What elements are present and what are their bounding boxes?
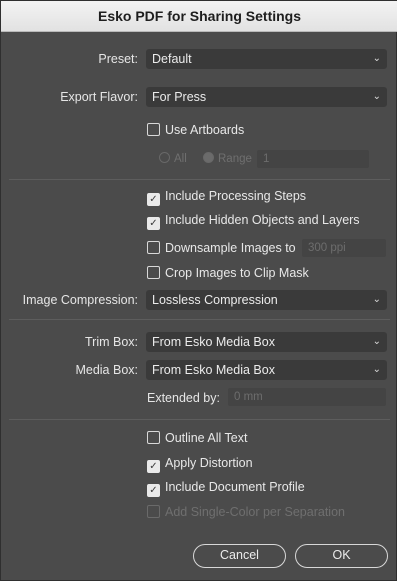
chevron-down-icon: ⌄ bbox=[372, 294, 381, 305]
image-compression-select[interactable]: Lossless Compression ⌄ bbox=[146, 290, 387, 310]
checkmark-icon: ✓ bbox=[147, 193, 160, 206]
artboards-all-radio[interactable]: All bbox=[159, 151, 187, 167]
image-compression-label: Image Compression: bbox=[22, 293, 138, 307]
chevron-down-icon: ⌄ bbox=[372, 336, 381, 347]
downsample-checkbox[interactable]: Downsample Images to bbox=[147, 240, 296, 256]
radio-icon bbox=[159, 152, 170, 163]
extended-by-label: Extended by: bbox=[147, 391, 220, 405]
media-box-select[interactable]: From Esko Media Box ⌄ bbox=[146, 360, 387, 380]
checkbox-icon bbox=[147, 431, 160, 444]
downsample-label: Downsample Images to bbox=[165, 241, 296, 255]
export-flavor-value: For Press bbox=[152, 90, 207, 104]
trim-box-label: Trim Box: bbox=[84, 335, 138, 349]
artboards-range-field[interactable]: 1 bbox=[257, 150, 369, 168]
divider bbox=[9, 179, 390, 180]
artboards-range-radio[interactable]: Range bbox=[203, 151, 252, 167]
checkbox-icon bbox=[147, 505, 160, 518]
apply-distortion-label: Apply Distortion bbox=[165, 456, 253, 470]
media-box-value: From Esko Media Box bbox=[152, 363, 275, 377]
checkbox-icon bbox=[147, 123, 160, 136]
trim-box-value: From Esko Media Box bbox=[152, 335, 275, 349]
single-color-label: Add Single-Color per Separation bbox=[165, 505, 345, 519]
apply-distortion-checkbox[interactable]: ✓ Apply Distortion bbox=[147, 455, 253, 473]
checkmark-icon: ✓ bbox=[147, 217, 160, 230]
cancel-button[interactable]: Cancel bbox=[193, 544, 286, 568]
chevron-down-icon: ⌄ bbox=[372, 364, 381, 375]
outline-text-label: Outline All Text bbox=[165, 431, 248, 445]
include-hidden-checkbox[interactable]: ✓ Include Hidden Objects and Layers bbox=[147, 212, 360, 230]
single-color-checkbox[interactable]: Add Single-Color per Separation bbox=[147, 504, 345, 520]
image-compression-value: Lossless Compression bbox=[152, 293, 278, 307]
divider bbox=[9, 319, 390, 320]
checkmark-icon: ✓ bbox=[147, 484, 160, 497]
window-title: Esko PDF for Sharing Settings bbox=[1, 1, 397, 32]
preset-value: Default bbox=[152, 52, 192, 66]
artboards-range-label: Range bbox=[218, 153, 252, 165]
checkmark-icon: ✓ bbox=[147, 460, 160, 473]
export-flavor-select[interactable]: For Press ⌄ bbox=[146, 87, 387, 107]
trim-box-select[interactable]: From Esko Media Box ⌄ bbox=[146, 332, 387, 352]
use-artboards-label: Use Artboards bbox=[165, 123, 245, 137]
checkbox-icon bbox=[147, 241, 160, 254]
include-processing-checkbox[interactable]: ✓ Include Processing Steps bbox=[147, 188, 307, 206]
include-profile-label: Include Document Profile bbox=[165, 480, 305, 494]
chevron-down-icon: ⌄ bbox=[372, 91, 381, 102]
include-processing-label: Include Processing Steps bbox=[165, 189, 307, 203]
preset-select[interactable]: Default ⌄ bbox=[146, 49, 387, 69]
radio-icon bbox=[203, 152, 214, 163]
export-flavor-label: Export Flavor: bbox=[60, 90, 138, 104]
ok-button[interactable]: OK bbox=[295, 544, 388, 568]
divider bbox=[9, 419, 390, 420]
use-artboards-checkbox[interactable]: Use Artboards bbox=[147, 122, 244, 138]
extended-by-field[interactable]: 0 mm bbox=[228, 388, 386, 406]
settings-dialog: Esko PDF for Sharing Settings Preset: De… bbox=[0, 0, 397, 581]
checkbox-icon bbox=[147, 266, 160, 279]
preset-label: Preset: bbox=[98, 52, 138, 66]
chevron-down-icon: ⌄ bbox=[372, 53, 381, 64]
include-hidden-label: Include Hidden Objects and Layers bbox=[165, 213, 360, 227]
downsample-field[interactable]: 300 ppi bbox=[302, 239, 386, 257]
artboards-all-label: All bbox=[174, 153, 187, 165]
include-profile-checkbox[interactable]: ✓ Include Document Profile bbox=[147, 479, 305, 497]
media-box-label: Media Box: bbox=[75, 363, 138, 377]
outline-text-checkbox[interactable]: Outline All Text bbox=[147, 430, 247, 446]
crop-images-label: Crop Images to Clip Mask bbox=[165, 266, 309, 280]
crop-images-checkbox[interactable]: Crop Images to Clip Mask bbox=[147, 265, 309, 281]
